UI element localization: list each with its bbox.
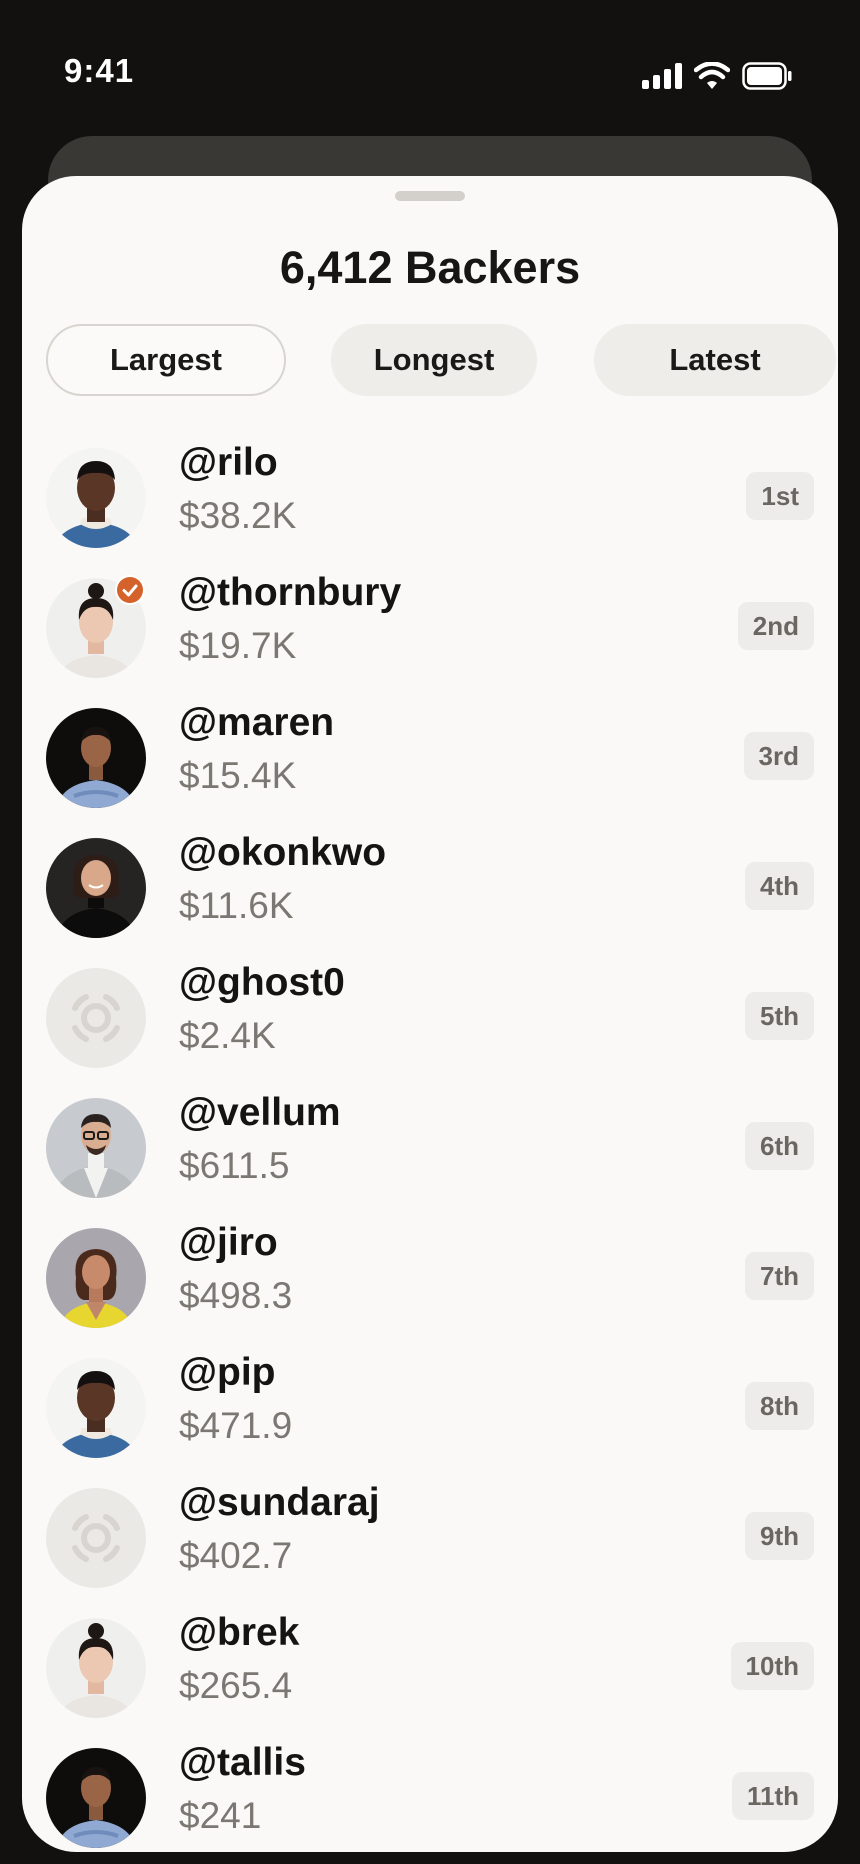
backer-row[interactable]: @pip $471.9 8th [22,1350,838,1480]
rank-badge: 11th [731,1772,814,1820]
sheet-grabber[interactable] [395,191,465,201]
avatar [46,1358,146,1458]
backer-amount: $19.7K [179,625,297,666]
backer-amount: $38.2K [179,495,297,536]
rank-badge: 1st [746,472,814,520]
backer-amount: $2.4K [179,1015,276,1056]
backer-amount: $241 [179,1795,262,1836]
backer-handle: @thornbury [179,571,402,614]
backer-row[interactable]: @maren $15.4K 3rd [22,700,838,830]
rank-badge: 4th [745,862,814,910]
backer-row[interactable]: @vellum $611.5 6th [22,1090,838,1220]
status-time: 9:41 [64,52,135,89]
backer-row[interactable]: @ghost0 $2.4K 5th [22,960,838,1090]
backer-handle: @jiro [179,1221,278,1264]
verified-badge-icon [115,575,145,605]
backer-row[interactable]: @thornbury $19.7K 2nd [22,570,838,700]
avatar [46,838,146,938]
avatar [46,1098,146,1198]
wifi-icon [694,62,730,89]
backer-row[interactable]: @sundaraj $402.7 9th [22,1480,838,1610]
status-icons [642,62,792,90]
rank-badge: 8th [745,1382,814,1430]
tab-latest[interactable]: Latest [594,324,836,396]
backer-amount: $15.4K [179,755,297,796]
rank-badge: 7th [745,1252,814,1300]
backer-handle: @vellum [179,1091,341,1134]
avatar [46,1228,146,1328]
rank-badge: 10th [730,1642,814,1690]
status-bar: 9:41 [0,0,860,130]
backer-handle: @rilo [179,441,278,484]
backer-handle: @pip [179,1351,276,1394]
backer-amount: $471.9 [179,1405,293,1446]
backer-handle: @okonkwo [179,831,387,874]
backer-row[interactable]: @brek $265.4 10th [22,1610,838,1740]
backer-handle: @brek [179,1611,300,1654]
avatar [46,708,146,808]
backer-row[interactable]: @tallis $241 11th [22,1740,838,1852]
rank-badge: 5th [745,992,814,1040]
backers-sheet: 6,412 Backers Largest Longest Latest @ri… [22,176,838,1852]
backer-amount: $265.4 [179,1665,293,1706]
placeholder-avatar-icon [46,1488,146,1588]
backer-amount: $498.3 [179,1275,293,1316]
backer-handle: @tallis [179,1741,306,1784]
avatar [46,1618,146,1718]
backer-amount: $402.7 [179,1535,293,1576]
tab-longest[interactable]: Longest [331,324,537,396]
backer-handle: @maren [179,701,335,744]
rank-badge: 3rd [743,732,814,780]
rank-badge: 9th [745,1512,814,1560]
sort-tabs: Largest Longest Latest [46,324,836,396]
cellular-signal-icon [642,63,682,89]
backer-row[interactable]: @jiro $498.3 7th [22,1220,838,1350]
avatar [46,448,146,548]
backer-row[interactable]: @okonkwo $11.6K 4th [22,830,838,960]
rank-badge: 6th [745,1122,814,1170]
placeholder-avatar-icon [46,968,146,1068]
rank-badge: 2nd [737,602,814,650]
backers-count-title: 6,412 Backers [279,242,581,293]
avatar [46,1748,146,1848]
backer-row[interactable]: @rilo $38.2K 1st [22,440,838,570]
battery-icon [742,62,792,90]
tab-largest[interactable]: Largest [46,324,286,396]
backer-amount: $11.6K [179,885,294,926]
backer-handle: @ghost0 [179,961,345,1004]
backer-amount: $611.5 [179,1145,290,1186]
backer-handle: @sundaraj [179,1481,380,1524]
